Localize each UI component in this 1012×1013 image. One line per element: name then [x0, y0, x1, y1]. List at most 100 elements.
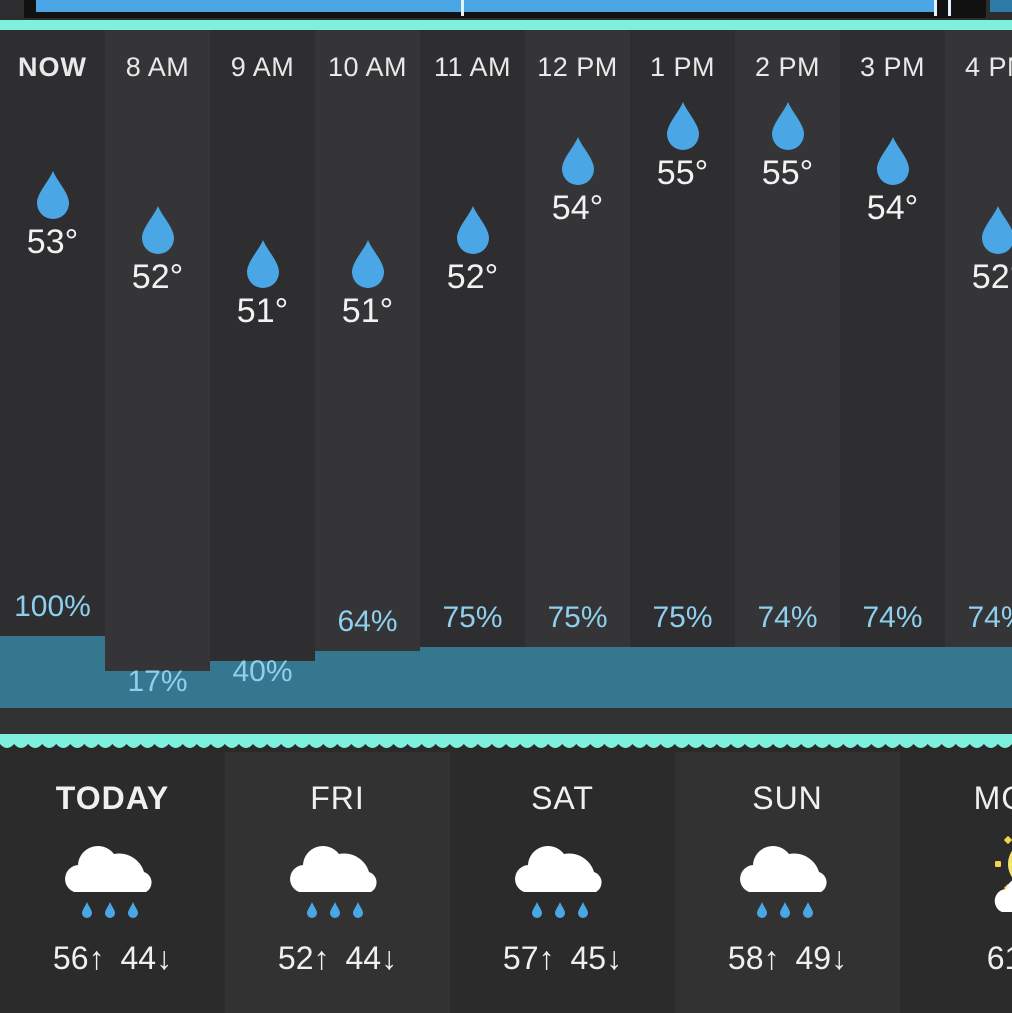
- temperature-value: 52°: [131, 257, 184, 296]
- hour-column[interactable]: NOW 53° 100%: [0, 30, 105, 736]
- hour-temperature: 51°: [315, 238, 420, 330]
- day-label: SAT: [531, 780, 594, 816]
- humidity-bar: [840, 646, 945, 708]
- high-temperature: 57↑: [502, 940, 555, 976]
- high-temperature: 61↑: [986, 940, 1012, 976]
- humidity-label: 74%: [967, 600, 1012, 634]
- day-high-low: 52↑ 44↓: [225, 940, 450, 977]
- temperature-value: 51°: [341, 292, 394, 330]
- wave-divider-bottom: [0, 734, 1012, 748]
- high-temperature: 52↑: [277, 940, 330, 976]
- humidity-bar: [735, 646, 840, 708]
- hour-label: 12 PM: [537, 52, 618, 82]
- temperature-value: 53°: [26, 223, 79, 261]
- hour-temperature: 53°: [0, 169, 105, 261]
- humidity-label: 74%: [757, 600, 818, 634]
- raindrop-icon: [351, 240, 384, 288]
- humidity-label: 75%: [547, 600, 608, 634]
- humidity-bar: [420, 646, 525, 708]
- temperature-value: 51°: [236, 292, 289, 330]
- raindrop-icon: [666, 102, 699, 150]
- low-temperature: 45↓: [570, 940, 623, 976]
- raindrop-icon: [36, 171, 69, 219]
- humidity-label: 74%: [862, 600, 923, 634]
- rain-cloud-icon: [290, 845, 377, 918]
- humidity-bar: [525, 646, 630, 708]
- raindrop-icon: [981, 205, 1012, 254]
- day-label: FRI: [310, 780, 365, 816]
- low-temperature: 44↓: [345, 940, 398, 976]
- hour-column[interactable]: 8 AM 52° 17%: [105, 30, 210, 736]
- rain-cloud-icon: [740, 845, 827, 918]
- hour-column[interactable]: 11 AM 52° 75%: [420, 30, 525, 736]
- hour-label: 9 AM: [230, 52, 295, 82]
- hour-column[interactable]: 2 PM 55° 74%: [735, 30, 840, 736]
- temperature-value: 52°: [971, 257, 1012, 296]
- temperature-value: 54°: [551, 188, 604, 227]
- timeline-edge: [990, 0, 1012, 12]
- low-temperature: 49↓: [795, 940, 848, 976]
- humidity-bar: [315, 651, 420, 708]
- hour-temperature: 54°: [525, 135, 630, 227]
- day-high-low: 58↑ 49↓: [675, 940, 900, 977]
- day-column[interactable]: MON 61↑: [900, 752, 1012, 1013]
- hour-column[interactable]: 1 PM 55° 75%: [630, 30, 735, 736]
- precipitation-timeline-bar[interactable]: [0, 0, 1012, 22]
- timeline-fill: [36, 0, 934, 12]
- rain-cloud-icon: [515, 845, 602, 918]
- low-temperature: 44↓: [120, 940, 173, 976]
- high-temperature: 56↑: [52, 940, 105, 976]
- timeline-tick: [948, 0, 951, 16]
- hour-column[interactable]: 10 AM 51° 64%: [315, 30, 420, 736]
- weather-app: NOW 53° 100% 8 AM 52° 17% 9 AM 51° 40% 10 AM 51° 64…: [0, 0, 1012, 1013]
- hour-label: 1 PM: [649, 52, 716, 82]
- hour-label: 11 AM: [433, 52, 512, 82]
- day-column[interactable]: SUN 58↑ 49↓: [675, 752, 900, 1013]
- hour-column[interactable]: 3 PM 54° 74%: [840, 30, 945, 736]
- hour-label: 10 AM: [327, 52, 408, 82]
- hour-temperature: 55°: [735, 100, 840, 192]
- day-label: SUN: [752, 780, 823, 816]
- humidity-label: 75%: [652, 600, 713, 634]
- raindrop-icon: [876, 136, 909, 185]
- hour-temperature: 52°: [945, 204, 1012, 296]
- temperature-value: 52°: [446, 257, 499, 296]
- hour-temperature: 52°: [105, 204, 210, 296]
- daily-forecast[interactable]: TODAY 56↑ 44↓ FRI 52↑ 44↓ SAT 57↑ 45↓ SUN 58↑ 4…: [0, 752, 1012, 1013]
- day-high-low: 56↑ 44↓: [0, 940, 225, 977]
- timeline-tick: [934, 0, 937, 16]
- hour-label: 4 PM: [964, 52, 1012, 82]
- high-temperature: 58↑: [727, 940, 780, 976]
- temperature-value: 54°: [866, 188, 919, 227]
- day-column[interactable]: TODAY 56↑ 44↓: [0, 752, 225, 1013]
- hour-label: 2 PM: [754, 52, 821, 82]
- humidity-label: 40%: [232, 655, 293, 689]
- hourly-forecast[interactable]: NOW 53° 100% 8 AM 52° 17% 9 AM 51° 40% 10 AM 51° 64…: [0, 30, 1012, 736]
- hourly-bottom-band: [0, 708, 1012, 736]
- temperature-value: 55°: [656, 154, 709, 192]
- hour-temperature: 51°: [210, 238, 315, 330]
- day-high-low: 57↑ 45↓: [450, 940, 675, 977]
- day-column[interactable]: SAT 57↑ 45↓: [450, 752, 675, 1013]
- hour-column[interactable]: 9 AM 51° 40%: [210, 30, 315, 736]
- humidity-bar: [945, 646, 1012, 708]
- hour-column[interactable]: 12 PM 54° 75%: [525, 30, 630, 736]
- hour-column[interactable]: 4 PM 52° 74%: [945, 30, 1012, 736]
- raindrop-icon: [246, 240, 279, 288]
- humidity-bar: [0, 636, 105, 708]
- humidity-label: 75%: [442, 600, 503, 634]
- raindrop-icon: [141, 205, 174, 254]
- raindrop-icon: [561, 136, 594, 185]
- hour-label: 3 PM: [859, 52, 926, 82]
- hour-label: NOW: [18, 52, 87, 82]
- humidity-label: 64%: [337, 605, 398, 639]
- temperature-value: 55°: [761, 154, 814, 192]
- day-column[interactable]: FRI 52↑ 44↓: [225, 752, 450, 1013]
- partly-sunny-icon: [994, 836, 1012, 912]
- raindrop-icon: [456, 205, 489, 254]
- timeline-tick: [461, 0, 464, 16]
- hour-temperature: 52°: [420, 204, 525, 296]
- humidity-label: 17%: [127, 664, 188, 698]
- day-label: MON: [973, 780, 1012, 816]
- humidity-label: 100%: [14, 590, 91, 623]
